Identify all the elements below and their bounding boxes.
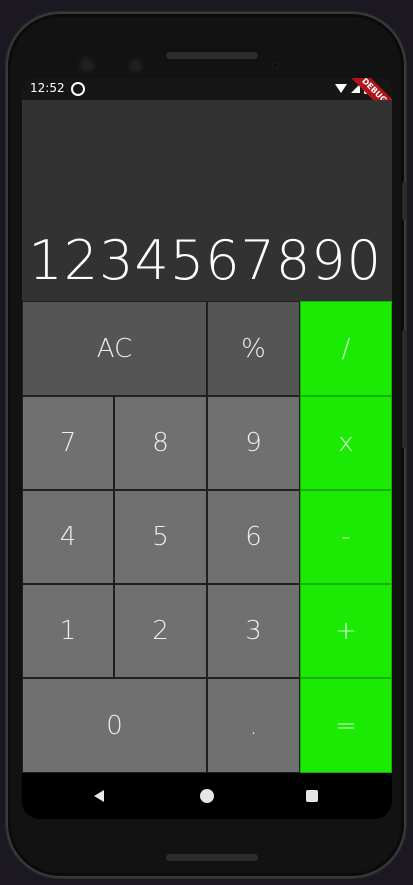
- sync-icon: [71, 82, 85, 96]
- recents-icon[interactable]: [306, 790, 318, 802]
- display-value: 1234567890: [28, 229, 382, 292]
- multiply-button[interactable]: x: [300, 396, 392, 490]
- status-bar: 12:52 DEBUG: [22, 78, 392, 125]
- front-camera-icon: [78, 56, 96, 74]
- equals-button[interactable]: =: [300, 678, 392, 773]
- calculator-display: 1234567890: [22, 100, 392, 301]
- divide-button[interactable]: /: [300, 301, 392, 396]
- one-button[interactable]: 1: [22, 584, 114, 678]
- percent-button[interactable]: %: [207, 301, 300, 396]
- six-button[interactable]: 6: [207, 490, 300, 584]
- front-sensor-icon: [127, 57, 144, 74]
- five-button[interactable]: 5: [114, 490, 207, 584]
- earpiece-speaker: [166, 52, 258, 59]
- seven-button[interactable]: 7: [22, 396, 114, 490]
- home-icon[interactable]: [200, 789, 214, 803]
- status-time: 12:52: [30, 81, 65, 95]
- decimal-button[interactable]: .: [207, 678, 300, 773]
- device-screen: 12:52 DEBUG 1234567890 AC % / 7 8 9 x 4 …: [22, 78, 392, 819]
- power-button: [402, 182, 406, 220]
- four-button[interactable]: 4: [22, 490, 114, 584]
- minus-button[interactable]: -: [300, 490, 392, 584]
- keypad: AC % / 7 8 9 x 4 5 6 - 1 2 3 + 0 . =: [22, 301, 392, 773]
- zero-button[interactable]: 0: [22, 678, 207, 773]
- volume-button: [402, 330, 406, 448]
- two-button[interactable]: 2: [114, 584, 207, 678]
- ac-button[interactable]: AC: [22, 301, 207, 396]
- eight-button[interactable]: 8: [114, 396, 207, 490]
- back-icon[interactable]: [94, 790, 104, 802]
- navigation-bar: [22, 773, 392, 819]
- proximity-sensor-icon: [271, 61, 280, 70]
- nine-button[interactable]: 9: [207, 396, 300, 490]
- bottom-speaker: [166, 854, 258, 861]
- three-button[interactable]: 3: [207, 584, 300, 678]
- wifi-icon: [335, 84, 347, 93]
- plus-button[interactable]: +: [300, 584, 392, 678]
